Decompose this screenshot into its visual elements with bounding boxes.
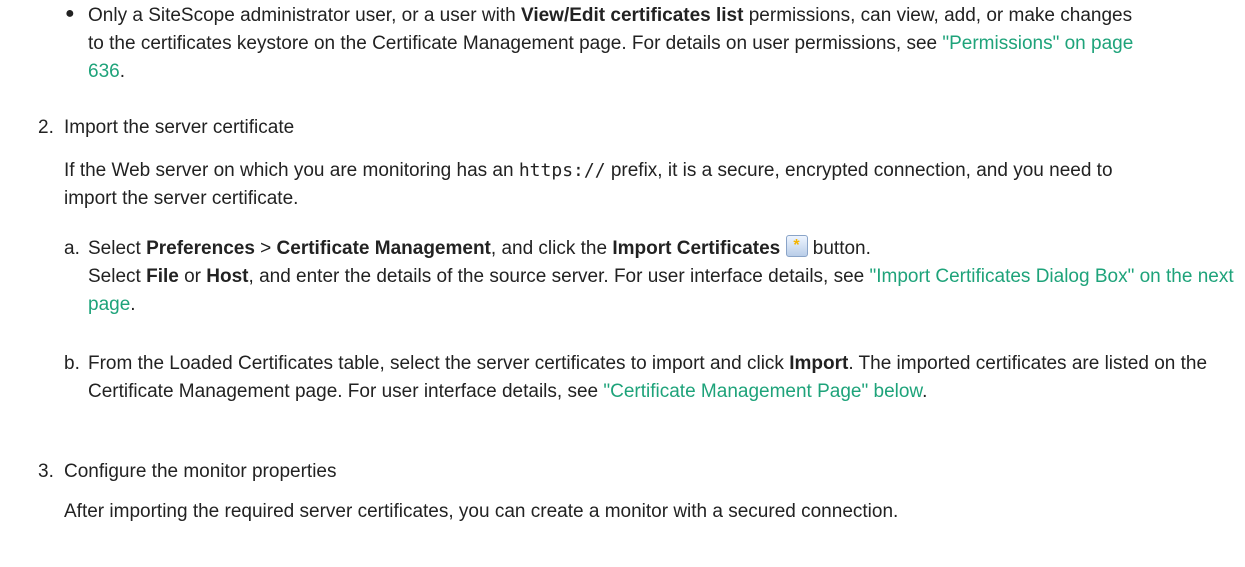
bullet-text: Only a SiteScope administrator user, or … [88, 5, 1134, 82]
sub-step-a: a. Select Preferences > Certificate Mana… [64, 235, 1234, 319]
https-prefix-code: https:// [518, 160, 606, 181]
sub-step-b: b. From the Loaded Certificates table, s… [64, 350, 1234, 406]
bullet-item-permissions: ● Only a SiteScope administrator user, o… [0, 0, 1245, 86]
sub-step-b-text: From the Loaded Certificates table, sele… [88, 353, 1208, 402]
step-2-heading: 2. Import the server certificate [38, 114, 1138, 142]
step-3-heading: 3. Configure the monitor properties [38, 458, 1138, 486]
step-3-number: 3. [38, 461, 54, 482]
import-certificates-icon: * [785, 235, 808, 257]
sub-step-b-letter: b. [64, 353, 80, 374]
certificate-management-page-link[interactable]: "Certificate Management Page" below [603, 381, 922, 402]
step-2-title: Import the server certificate [64, 117, 295, 138]
step-2-number: 2. [38, 117, 54, 138]
sub-step-a-letter: a. [64, 238, 80, 259]
sub-step-a-text: Select Preferences > Certificate Managem… [88, 235, 1234, 315]
bullet-dot: ● [65, 5, 75, 22]
step-3-title: Configure the monitor properties [64, 461, 337, 482]
step-3-paragraph: After importing the required server cert… [64, 501, 899, 522]
step-2-paragraph: If the Web server on which you are monit… [64, 160, 1113, 209]
